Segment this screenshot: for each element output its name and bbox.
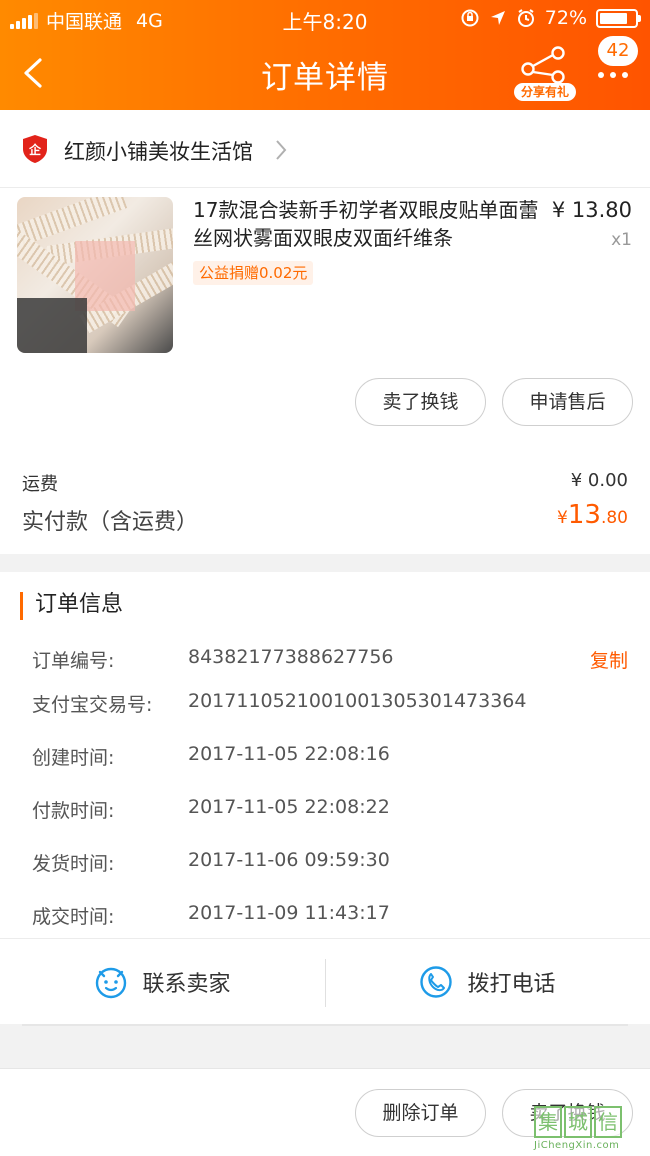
call-phone-button[interactable]: 拨打电话 — [325, 939, 650, 1025]
delete-order-button[interactable]: 删除订单 — [355, 1089, 486, 1137]
more-dots-icon — [598, 72, 628, 78]
alipay-trade-no-value: 2017110521001001305301473364 — [188, 690, 527, 712]
order-item-card: 企 红颜小铺美妆生活馆 17款混合装新手初学者双眼皮贴单面蕾丝网状雾面双眼皮双面… — [0, 110, 650, 554]
rotation-lock-icon — [461, 9, 479, 27]
phone-icon — [420, 966, 453, 998]
paid-time-label: 付款时间: — [32, 800, 115, 822]
completed-time-value: 2017-11-09 11:43:17 — [188, 902, 390, 924]
sell-for-cash-button[interactable]: 卖了换钱 — [355, 378, 486, 426]
call-phone-label: 拨打电话 — [467, 972, 556, 997]
alipay-trade-no-label: 支付宝交易号: — [32, 694, 153, 716]
alarm-icon — [517, 9, 534, 27]
paid-decimal: .80 — [600, 508, 628, 528]
watermark-char: 集 — [534, 1106, 562, 1138]
paid-amount-value: ¥13.80 — [557, 500, 628, 530]
share-label: 分享有礼 — [514, 83, 576, 101]
copy-order-number-button[interactable]: 复制 — [590, 646, 628, 673]
shipped-time-label: 发货时间: — [32, 853, 115, 875]
contact-seller-button[interactable]: 联系卖家 — [0, 939, 325, 1025]
message-count-badge: 42 — [598, 36, 638, 66]
order-number-value: 84382177388627756 — [188, 646, 394, 668]
watermark-char: 城 — [564, 1106, 592, 1138]
status-bar: 中国联通 4G 上午8:20 72% — [0, 0, 650, 36]
shipping-label: 运费 — [22, 474, 58, 495]
share-icon — [521, 46, 565, 84]
location-icon — [490, 11, 505, 25]
paid-integer: 13 — [567, 500, 601, 530]
apply-after-sale-button[interactable]: 申请售后 — [502, 378, 633, 426]
shipped-time-value: 2017-11-06 09:59:30 — [188, 849, 390, 871]
more-menu-button[interactable]: 42 — [592, 36, 644, 86]
chevron-right-icon — [276, 140, 287, 160]
shop-row[interactable]: 企 红颜小铺美妆生活馆 — [0, 110, 650, 188]
contact-seller-label: 联系卖家 — [142, 972, 231, 997]
completed-time-label: 成交时间: — [32, 906, 115, 928]
shipping-value: ¥ 0.00 — [570, 470, 628, 491]
paid-amount-label: 实付款（含运费） — [22, 510, 199, 535]
section-divider — [22, 1024, 628, 1026]
order-info-card: 订单信息 订单编号: 84382177388627756 复制 支付宝交易号: … — [0, 572, 650, 1024]
battery-icon — [596, 8, 641, 28]
shop-name: 红颜小铺美妆生活馆 — [64, 140, 253, 164]
created-time-label: 创建时间: — [32, 747, 115, 769]
product-title[interactable]: 17款混合装新手初学者双眼皮贴单面蕾丝网状雾面双眼皮双面纤维条 — [193, 196, 543, 252]
svg-text:企: 企 — [28, 142, 42, 157]
product-price: ¥ 13.80 — [551, 198, 632, 222]
product-quantity: x1 — [611, 230, 632, 250]
order-info-title: 订单信息 — [20, 592, 123, 620]
site-watermark: 集 城 信 JiChengXin.com — [526, 1104, 650, 1156]
watermark-url: JiChengXin.com — [534, 1140, 620, 1151]
order-number-label: 订单编号: — [32, 650, 115, 672]
charity-tag: 公益捐赠0.02元 — [193, 261, 314, 285]
enterprise-shop-icon: 企 — [23, 135, 47, 163]
share-button[interactable]: 分享有礼 — [514, 45, 576, 101]
watermark-char: 信 — [594, 1106, 622, 1138]
paid-time-value: 2017-11-05 22:08:22 — [188, 796, 390, 818]
chat-face-icon — [96, 967, 127, 999]
paid-currency: ¥ — [557, 508, 568, 528]
created-time-value: 2017-11-05 22:08:16 — [188, 743, 390, 765]
product-thumbnail[interactable] — [17, 197, 173, 353]
header-bar: 中国联通 4G 上午8:20 72% 订单详情 分享有礼 42 — [0, 0, 650, 110]
contact-bar: 联系卖家 拨打电话 — [0, 938, 650, 1024]
battery-percent: 72% — [544, 7, 587, 29]
